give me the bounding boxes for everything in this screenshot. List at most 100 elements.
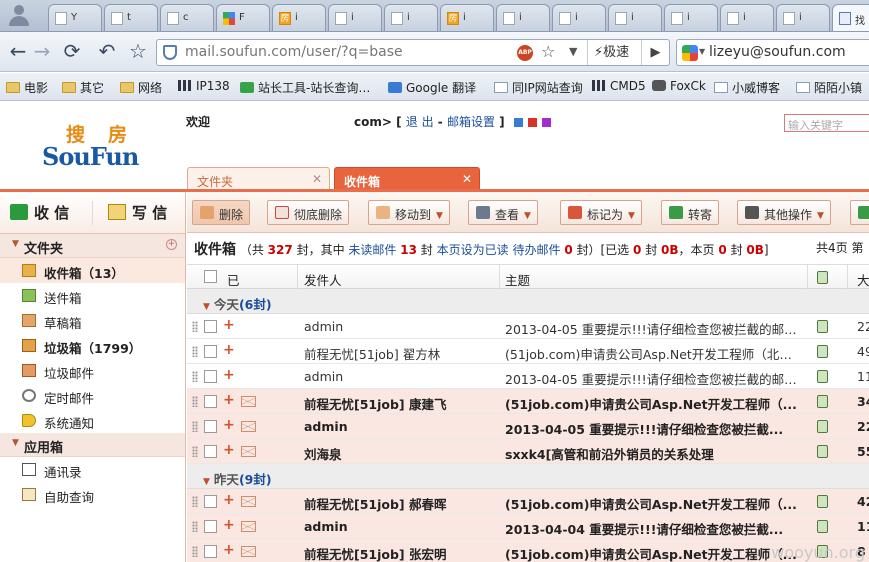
browser-tab[interactable]: 房i [272, 4, 326, 31]
mail-sender[interactable]: 前程无忧[51job] 康建飞 [304, 394, 447, 413]
row-checkbox[interactable] [204, 445, 217, 458]
add-folder-icon[interactable]: + [166, 239, 177, 250]
bookmark-star-icon[interactable]: ☆ [126, 40, 150, 64]
refresh-button[interactable] [850, 200, 869, 225]
mail-sender[interactable]: admin [304, 319, 343, 334]
sidebar-item[interactable]: 系统通知 [0, 408, 185, 433]
collapse-icon[interactable]: ▼ [12, 438, 19, 448]
drag-handle-icon[interactable] [192, 346, 198, 357]
browser-tab[interactable]: i [608, 4, 662, 31]
select-all-checkbox[interactable] [204, 270, 217, 283]
browser-tab[interactable]: i [496, 4, 550, 31]
sidebar-item[interactable]: 垃圾邮件 [0, 358, 185, 383]
row-checkbox[interactable] [204, 545, 217, 558]
mail-sender[interactable]: admin [304, 369, 343, 384]
go-icon[interactable]: ▶ [641, 40, 669, 65]
priority-flag-icon[interactable]: + [223, 342, 235, 358]
mail-row[interactable]: + 前程无忧[51job] 康建飞 (51job.com)申请贵公司Asp.Net开… [187, 389, 869, 414]
mail-sender[interactable]: 前程无忧[51job] 翟方林 [304, 344, 440, 363]
bookmark-item[interactable]: 同IP网站查询 [494, 79, 583, 96]
mail-subject[interactable]: (51job.com)申请贵公司Asp.Net开发工程师（北京... [505, 344, 797, 363]
adblock-icon[interactable]: ABP [517, 45, 533, 61]
folders-section-header[interactable]: ▼ 文件夹 + [0, 234, 185, 258]
priority-flag-icon[interactable]: + [223, 392, 235, 408]
priority-flag-icon[interactable]: + [223, 417, 235, 433]
priority-flag-icon[interactable]: + [223, 517, 235, 533]
receive-button[interactable]: 收 信 [10, 202, 69, 223]
browser-tab-active[interactable]: 找 [832, 4, 869, 31]
address-bar[interactable]: mail.soufun.com/user/?q=base ABP ☆ ▼ ⚡极速… [156, 39, 670, 66]
browser-tab[interactable]: t [104, 4, 158, 31]
browser-tab[interactable]: 房i [440, 4, 494, 31]
chevron-down-icon[interactable]: ▼ [569, 45, 577, 58]
profile-icon[interactable] [4, 2, 34, 28]
drag-handle-icon[interactable] [192, 396, 198, 407]
mail-subject[interactable]: 2013-04-05 重要提示!!!请仔细检查您被拦截的邮件... [505, 319, 797, 338]
move-to-button[interactable]: 移动到 ▼ [368, 200, 450, 225]
search-box[interactable]: ▼ lizeyu@soufun.com [676, 39, 869, 66]
mail-subject[interactable]: sxxk4[高管和前沿外销员的关系处理 [505, 444, 797, 463]
sidebar-item[interactable]: 送件箱 [0, 283, 185, 308]
collapse-icon[interactable]: ▼ [203, 302, 210, 312]
search-value[interactable]: lizeyu@soufun.com [709, 44, 846, 60]
pending-mail-link[interactable]: 待办邮件 [512, 243, 560, 257]
mark-page-read-link[interactable]: 本页设为已读 [437, 243, 509, 257]
size-column[interactable]: 大 [857, 270, 869, 289]
search-engine-dropdown-icon[interactable]: ▼ [699, 47, 705, 56]
address-text[interactable]: mail.soufun.com/user/?q=base [185, 44, 403, 60]
mail-settings-link[interactable]: 邮箱设置 [447, 115, 495, 129]
browser-tab[interactable]: i [552, 4, 606, 31]
mail-subject[interactable]: 2013-04-05 重要提示!!!请仔细检查您被拦截... [505, 419, 797, 438]
mail-row[interactable]: + 前程无忧[51job] 郝春晖 (51job.com)申请贵公司Asp.Net开… [187, 489, 869, 514]
skin-blue-swatch[interactable] [513, 118, 523, 127]
browser-tab[interactable]: i [384, 4, 438, 31]
more-actions-button[interactable]: 其他操作 ▼ [737, 200, 831, 225]
bookmark-item[interactable]: Google 翻译 [388, 79, 476, 96]
bookmark-item[interactable]: CMD5 [592, 79, 646, 93]
mail-subject[interactable]: (51job.com)申请贵公司Asp.Net开发工程师（... [505, 544, 797, 562]
bookmark-item[interactable]: 陌陌小镇 [796, 79, 862, 96]
date-group-header[interactable]: ▼ 今天(6封) [187, 289, 869, 314]
priority-flag-icon[interactable]: + [223, 542, 235, 558]
browser-tab[interactable]: c [160, 4, 214, 31]
drag-handle-icon[interactable] [192, 521, 198, 532]
row-checkbox[interactable] [204, 395, 217, 408]
row-checkbox[interactable] [204, 320, 217, 333]
browser-tab[interactable]: F [216, 4, 270, 31]
sidebar-item[interactable]: 收件箱（13） [0, 258, 185, 283]
drag-handle-icon[interactable] [192, 371, 198, 382]
sidebar-item[interactable]: 垃圾箱（1799） [0, 333, 185, 358]
soufun-logo[interactable]: 搜 房 SouFun [42, 120, 142, 171]
browser-tab[interactable]: i [328, 4, 382, 31]
mail-row[interactable]: + 前程无忧[51job] 翟方林 (51job.com)申请贵公司Asp.Net开… [187, 339, 869, 364]
bookmark-item[interactable]: 其它 [62, 79, 104, 96]
undo-icon[interactable]: ↶ [95, 40, 119, 64]
priority-flag-icon[interactable]: + [223, 317, 235, 333]
apps-section-header[interactable]: ▼ 应用箱 [0, 433, 185, 457]
mail-row[interactable]: + admin 2013-04-05 重要提示!!!请仔细检查您被拦截... 22 [187, 414, 869, 439]
mail-sender[interactable]: 前程无忧[51job] 张宏明 [304, 544, 447, 562]
row-checkbox[interactable] [204, 370, 217, 383]
priority-flag-icon[interactable]: + [223, 492, 235, 508]
browser-tab[interactable]: i [720, 4, 774, 31]
browser-tab[interactable]: i [664, 4, 718, 31]
tab-inbox[interactable]: 收件箱 ✕ [334, 167, 480, 190]
priority-flag-icon[interactable]: + [223, 367, 235, 383]
collapse-icon[interactable]: ▼ [203, 477, 210, 487]
logout-link[interactable]: 退 出 [406, 115, 434, 129]
sidebar-item[interactable]: 定时邮件 [0, 383, 185, 408]
mark-as-button[interactable]: 标记为 ▼ [560, 200, 642, 225]
attachment-column-icon[interactable] [817, 271, 828, 284]
drag-handle-icon[interactable] [192, 321, 198, 332]
mail-row[interactable]: + admin 2013-04-05 重要提示!!!请仔细检查您被拦截的邮件... 2… [187, 314, 869, 339]
mail-row[interactable]: + admin 2013-04-04 重要提示!!!请仔细检查您被拦截... 11 [187, 514, 869, 539]
view-button[interactable]: 查看 ▼ [468, 200, 538, 225]
drag-handle-icon[interactable] [192, 421, 198, 432]
sidebar-item[interactable]: 草稿箱 [0, 308, 185, 333]
mail-sender[interactable]: admin [304, 519, 348, 534]
date-group-header[interactable]: ▼ 昨天(9封) [187, 464, 869, 489]
browser-tab[interactable]: Y [48, 4, 102, 31]
reload-icon[interactable]: ⟳ [60, 40, 84, 64]
forward-icon[interactable]: → [30, 40, 54, 64]
bookmark-item[interactable]: 小威博客 [714, 79, 780, 96]
